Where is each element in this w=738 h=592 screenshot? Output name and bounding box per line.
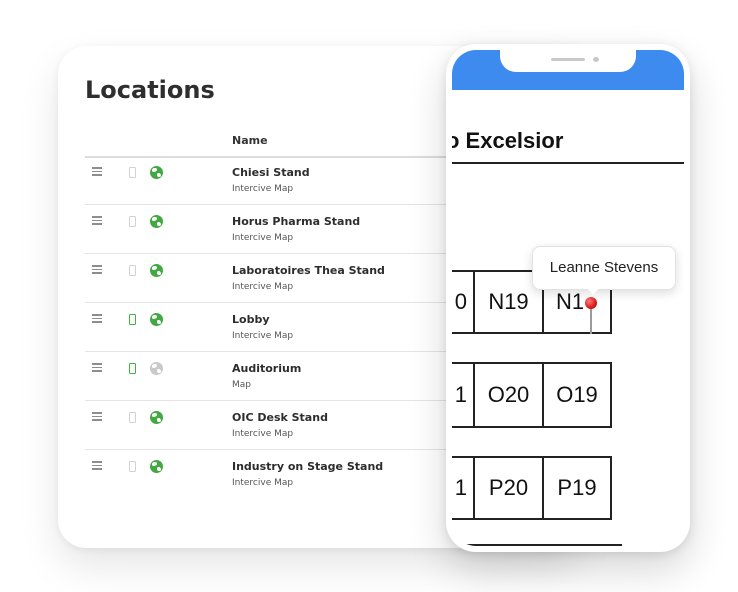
location-type: Intercive Map	[232, 184, 294, 194]
table-row[interactable]: OIC Desk Stand Intercive Map	[85, 401, 485, 450]
mobile-phone-icon[interactable]	[129, 167, 136, 178]
drag-handle-icon[interactable]	[92, 461, 102, 470]
map-cell[interactable]: P20	[473, 456, 544, 520]
globe-icon[interactable]	[150, 411, 163, 424]
map-cell[interactable]: 1	[452, 456, 475, 520]
globe-icon[interactable]	[150, 460, 163, 473]
location-type: Intercive Map	[232, 233, 294, 243]
mobile-phone-icon[interactable]	[129, 363, 136, 374]
map-divider	[452, 162, 684, 164]
map-cell[interactable]: P19	[542, 456, 612, 520]
phone-screen: o Excelsior 0 N19 N1 1 O20 O19 1 P20 P19…	[452, 50, 684, 546]
page-title: Locations	[85, 76, 215, 104]
locations-table: Chiesi Stand Intercive Map Horus Pharma …	[85, 156, 485, 498]
location-name[interactable]: Laboratoires Thea Stand	[232, 264, 385, 277]
mobile-phone-icon[interactable]	[129, 216, 136, 227]
tooltip-tail	[586, 287, 600, 295]
location-name[interactable]: Industry on Stage Stand	[232, 460, 383, 473]
table-header: Name	[85, 124, 485, 158]
table-row[interactable]: Horus Pharma Stand Intercive Map	[85, 205, 485, 254]
globe-icon[interactable]	[150, 313, 163, 326]
map-title: o Excelsior	[452, 128, 564, 153]
speaker-icon	[551, 58, 585, 61]
location-name[interactable]: Lobby	[232, 313, 270, 326]
drag-handle-icon[interactable]	[92, 265, 102, 274]
location-name[interactable]: Auditorium	[232, 362, 301, 375]
drag-handle-icon[interactable]	[92, 363, 102, 372]
mobile-phone-icon[interactable]	[129, 461, 136, 472]
map-cell[interactable]: 0	[452, 270, 475, 334]
globe-icon[interactable]	[150, 264, 163, 277]
drag-handle-icon[interactable]	[92, 412, 102, 421]
attendee-tooltip: Leanne Stevens	[532, 246, 676, 290]
globe-icon[interactable]	[150, 166, 163, 179]
phone-notch	[500, 50, 636, 72]
mobile-phone-icon[interactable]	[129, 314, 136, 325]
column-header-name[interactable]: Name	[232, 134, 268, 147]
location-type: Intercive Map	[232, 282, 294, 292]
phone-mockup: o Excelsior 0 N19 N1 1 O20 O19 1 P20 P19…	[446, 44, 690, 552]
location-type: Intercive Map	[232, 331, 294, 341]
location-name[interactable]: Chiesi Stand	[232, 166, 310, 179]
drag-handle-icon[interactable]	[92, 216, 102, 225]
table-row[interactable]: Lobby Intercive Map	[85, 303, 485, 352]
map-cell[interactable]: O19	[542, 362, 612, 428]
table-row[interactable]: Chiesi Stand Intercive Map	[85, 156, 485, 205]
mobile-phone-icon[interactable]	[129, 265, 136, 276]
location-type: Map	[232, 380, 251, 390]
globe-icon[interactable]	[150, 215, 163, 228]
camera-icon	[593, 57, 599, 62]
location-type: Intercive Map	[232, 429, 294, 439]
mobile-phone-icon[interactable]	[129, 412, 136, 423]
map-pin-icon[interactable]	[583, 295, 599, 337]
location-type: Intercive Map	[232, 478, 294, 488]
globe-icon[interactable]	[150, 362, 163, 375]
location-name[interactable]: OIC Desk Stand	[232, 411, 328, 424]
table-row[interactable]: Laboratoires Thea Stand Intercive Map	[85, 254, 485, 303]
location-name[interactable]: Horus Pharma Stand	[232, 215, 360, 228]
map-divider	[452, 544, 622, 546]
map-cell[interactable]: O20	[473, 362, 544, 428]
table-row[interactable]: Industry on Stage Stand Intercive Map	[85, 450, 485, 498]
table-row[interactable]: Auditorium Map	[85, 352, 485, 401]
drag-handle-icon[interactable]	[92, 314, 102, 323]
drag-handle-icon[interactable]	[92, 167, 102, 176]
map-cell[interactable]: 1	[452, 362, 475, 428]
